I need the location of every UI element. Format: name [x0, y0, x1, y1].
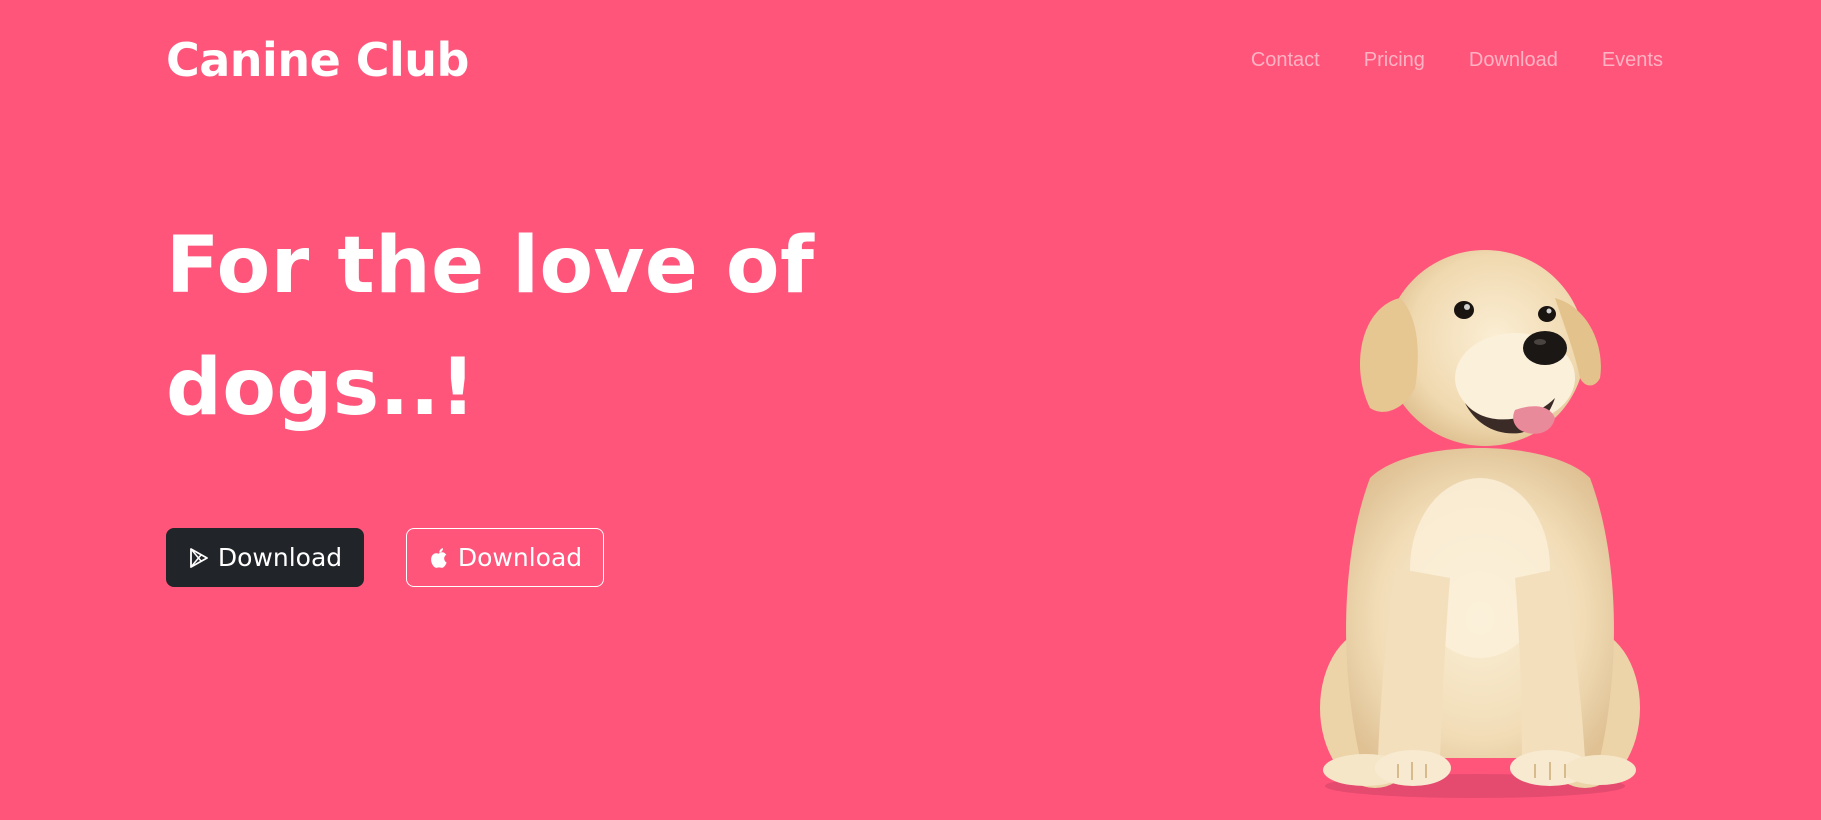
nav-link-events[interactable]: Events — [1602, 46, 1663, 74]
navbar: Canine Club Contact Pricing Download Eve… — [166, 0, 1663, 120]
app-store-download-label: Download — [457, 543, 583, 572]
google-play-download-label: Download — [217, 543, 343, 572]
nav-link-contact[interactable]: Contact — [1251, 46, 1320, 74]
google-play-icon — [188, 546, 210, 570]
puppy-image — [1320, 250, 1640, 798]
hero-title: For the love of dogs..! — [166, 221, 815, 433]
brand-logo[interactable]: Canine Club — [166, 28, 469, 92]
nav-links: Contact Pricing Download Events — [1251, 46, 1663, 74]
apple-icon — [428, 546, 450, 570]
nav-link-pricing[interactable]: Pricing — [1364, 46, 1425, 74]
google-play-download-button[interactable]: Download — [166, 528, 364, 587]
nav-link-download[interactable]: Download — [1469, 46, 1558, 74]
app-store-download-button[interactable]: Download — [406, 528, 604, 587]
